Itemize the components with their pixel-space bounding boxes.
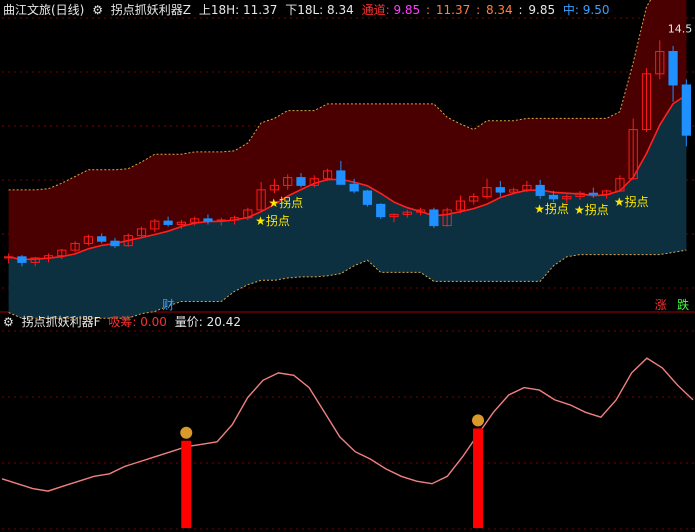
turn-point-label: ★拐点 bbox=[268, 195, 303, 210]
turn-point-label: ★拐点 bbox=[574, 202, 609, 217]
qp-label: 量价: bbox=[174, 315, 203, 329]
signal-bar bbox=[181, 440, 192, 528]
candle-body bbox=[535, 184, 545, 196]
sub-indicator-name: 拐点抓妖利器F bbox=[21, 315, 101, 329]
candle-body bbox=[588, 192, 598, 195]
channel-sep-2: : bbox=[476, 3, 481, 17]
absorb-label: 吸筹: bbox=[108, 315, 137, 329]
channel-value-3: 8.34 bbox=[485, 3, 513, 17]
channel-value-2: 11.37 bbox=[435, 3, 471, 17]
channel-value-4: 9.85 bbox=[528, 3, 556, 17]
candle-body bbox=[548, 194, 559, 200]
upper-label: 上18H: bbox=[198, 3, 240, 17]
absorb-value: 0.00 bbox=[140, 315, 167, 329]
turn-point-label: ★拐点 bbox=[534, 201, 569, 216]
turn-point-label: ★拐点 bbox=[614, 194, 649, 209]
signal-bar bbox=[473, 428, 484, 528]
candle-body bbox=[429, 209, 439, 227]
qp-curve bbox=[1, 357, 694, 492]
candle-body bbox=[17, 256, 27, 263]
top-header: 曲江文旅(日线) ⚙ 拐点抓妖利器Z 上18H: 11.37 下18L: 8.3… bbox=[3, 1, 614, 19]
lower-label: 下18L: bbox=[285, 3, 324, 17]
stock-title: 曲江文旅(日线) bbox=[3, 3, 85, 17]
money-bag-icon bbox=[180, 426, 193, 439]
channel-sep-3: : bbox=[518, 3, 523, 17]
channel-value-1: 9.85 bbox=[393, 3, 421, 17]
candle-body bbox=[336, 170, 346, 185]
gear-icon[interactable]: ⚙ bbox=[3, 315, 14, 329]
candle-body bbox=[203, 218, 213, 222]
candle-body bbox=[97, 236, 107, 242]
candle-body bbox=[362, 190, 373, 205]
candle-body bbox=[349, 183, 359, 192]
die-tag: 跌 bbox=[677, 297, 689, 312]
candle-body bbox=[163, 220, 173, 225]
candle-body bbox=[296, 177, 306, 186]
candle-body bbox=[668, 50, 678, 86]
turn-point-label: ★拐点 bbox=[255, 213, 290, 228]
money-bag-icon bbox=[472, 414, 485, 427]
qp-value: 20.42 bbox=[206, 315, 241, 329]
indicator-name: 拐点抓妖利器Z bbox=[110, 3, 192, 17]
bottom-header: ⚙ 拐点抓妖利器F 吸筹: 0.00 量价: 20.42 bbox=[3, 313, 245, 331]
candle-body bbox=[681, 84, 691, 136]
candle-body bbox=[376, 203, 386, 218]
mid-label: 中: bbox=[562, 3, 579, 17]
high-price-label: 14.5 bbox=[668, 22, 693, 35]
gear-icon[interactable]: ⚙ bbox=[92, 3, 103, 17]
cai-tag: 财 bbox=[162, 298, 174, 312]
candle-body bbox=[495, 187, 505, 193]
upper-value: 11.37 bbox=[243, 3, 278, 17]
lower-value: 8.34 bbox=[327, 3, 354, 17]
channel-label: 通道: bbox=[361, 3, 390, 17]
candle-body bbox=[110, 240, 120, 247]
mid-value: 9.50 bbox=[582, 3, 610, 17]
chart-canvas: ★拐点 ★拐点 ★拐点 ★拐点 ★拐点 14.5 财 涨跌 bbox=[0, 0, 695, 530]
channel-sep-1: : bbox=[426, 3, 431, 17]
zhang-tag: 涨 bbox=[655, 297, 667, 312]
